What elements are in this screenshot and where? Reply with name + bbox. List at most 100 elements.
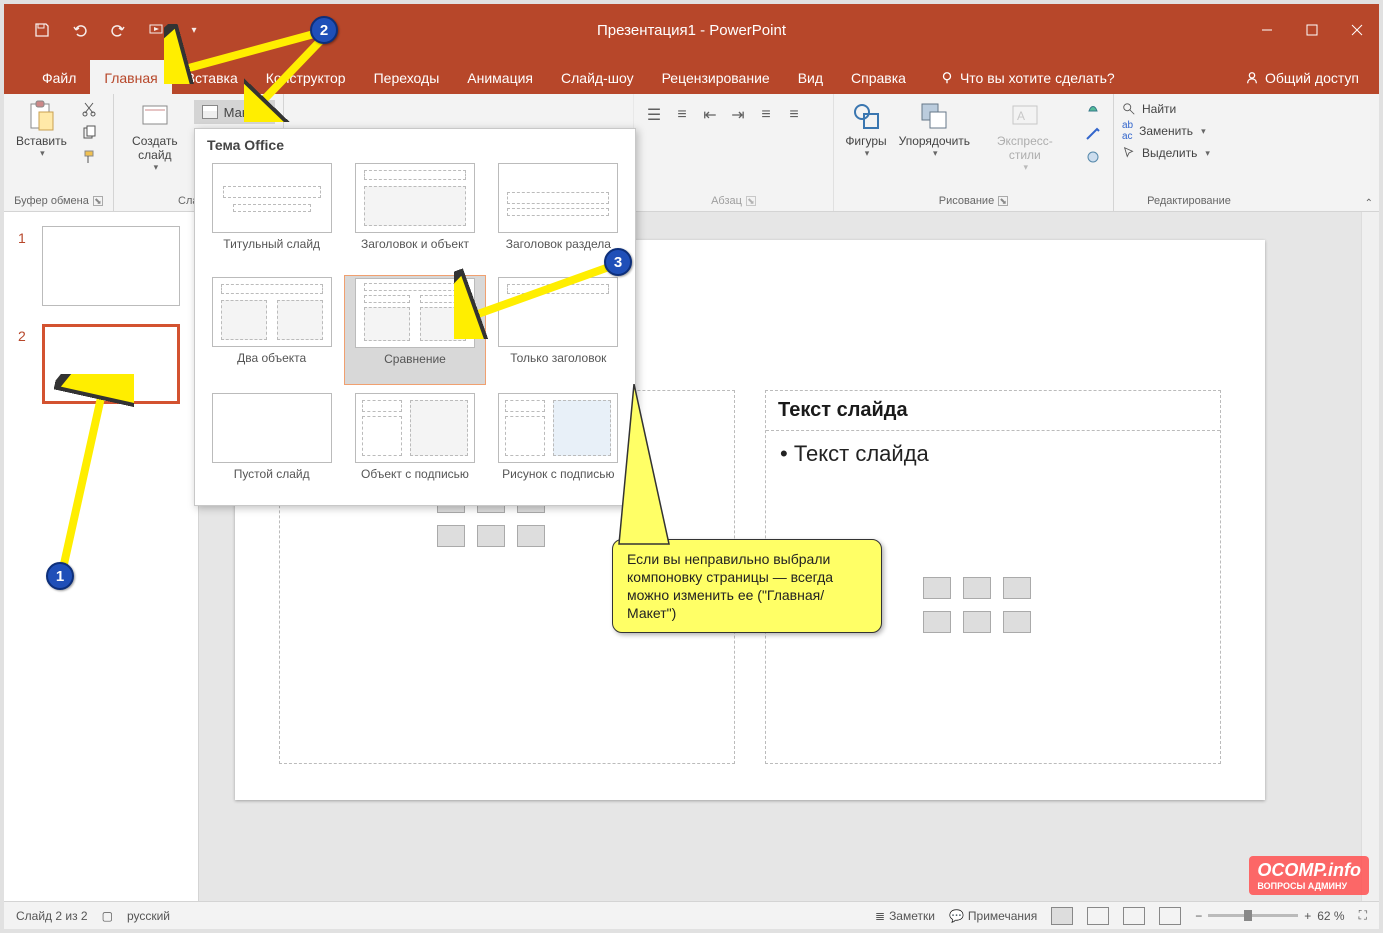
sorter-view-icon[interactable] <box>1087 907 1109 925</box>
layout-picture-caption[interactable]: Рисунок с подписью <box>488 391 629 499</box>
insert-table-icon[interactable] <box>923 577 951 599</box>
find-icon <box>1122 102 1136 116</box>
align-left-icon[interactable]: ≡ <box>754 104 778 126</box>
numbering-icon[interactable]: ≡ <box>670 104 694 126</box>
share-label: Общий доступ <box>1265 70 1359 86</box>
shapes-button[interactable]: Фигуры▾ <box>842 98 890 161</box>
insert-video-icon[interactable] <box>1003 611 1031 633</box>
statusbar: Слайд 2 из 2 ▢ русский ≣Заметки 💬Примеча… <box>4 901 1379 929</box>
clipboard-launcher[interactable]: ⬊ <box>93 196 103 206</box>
copy-icon[interactable] <box>77 122 101 144</box>
tab-file[interactable]: Файл <box>28 60 90 94</box>
layout-comparison[interactable]: Сравнение <box>344 275 485 385</box>
shape-fill-icon[interactable] <box>1081 98 1105 120</box>
quick-styles-button[interactable]: A Экспресс-стили▾ <box>979 98 1071 175</box>
slide-thumbnails: 1 2 <box>4 212 199 901</box>
share-button[interactable]: Общий доступ <box>1245 62 1359 94</box>
zoom-in-icon[interactable]: + <box>1304 909 1311 923</box>
watermark: OCOMP.info ВОПРОСЫ АДМИНУ <box>1249 856 1369 895</box>
layout-title-slide[interactable]: Титульный слайд <box>201 161 342 269</box>
drawing-launcher[interactable]: ⬊ <box>998 196 1008 206</box>
tab-home[interactable]: Главная <box>90 60 171 94</box>
indent-inc-icon[interactable]: ⇥ <box>726 104 750 126</box>
share-icon <box>1245 71 1259 85</box>
reading-view-icon[interactable] <box>1123 907 1145 925</box>
tell-me-search[interactable]: Что вы хотите сделать? <box>940 62 1115 94</box>
close-button[interactable] <box>1334 15 1379 45</box>
shape-effects-icon[interactable] <box>1081 146 1105 168</box>
layout-blank[interactable]: Пустой слайд <box>201 391 342 499</box>
layout-button[interactable]: Макет▾ <box>194 100 275 124</box>
group-clipboard: Вставить▾ Буфер обмена⬊ <box>4 94 114 211</box>
insert-smartart-icon[interactable] <box>1003 577 1031 599</box>
insert-picture-icon[interactable] <box>923 611 951 633</box>
maximize-button[interactable] <box>1289 15 1334 45</box>
zoom-out-icon[interactable]: − <box>1195 909 1202 923</box>
tab-animations[interactable]: Анимация <box>453 60 547 94</box>
notes-button[interactable]: ≣Заметки <box>875 909 935 923</box>
thumbnail-2[interactable]: 2 <box>18 324 198 404</box>
layout-title-content[interactable]: Заголовок и объект <box>344 161 485 269</box>
annotation-marker-2: 2 <box>310 16 338 44</box>
new-slide-icon <box>139 100 171 132</box>
layout-content-caption[interactable]: Объект с подписью <box>344 391 485 499</box>
layout-title-only[interactable]: Только заголовок <box>488 275 629 385</box>
tab-help[interactable]: Справка <box>837 60 920 94</box>
thumbnail-1[interactable]: 1 <box>18 226 198 306</box>
slideshow-view-icon[interactable] <box>1159 907 1181 925</box>
start-slideshow-icon[interactable] <box>146 20 166 40</box>
tab-view[interactable]: Вид <box>784 60 837 94</box>
insert-online-pic-icon[interactable] <box>477 525 505 547</box>
arrange-button[interactable]: Упорядочить▾ <box>896 98 973 161</box>
minimize-button[interactable] <box>1244 15 1289 45</box>
new-slide-button[interactable]: Создать слайд▾ <box>122 98 188 175</box>
svg-text:A: A <box>1017 109 1025 123</box>
zoom-value: 62 % <box>1317 909 1344 923</box>
paragraph-launcher[interactable]: ⬊ <box>746 196 756 206</box>
zoom-control[interactable]: − + 62 % <box>1195 909 1344 923</box>
window-title: Презентация1 - PowerPoint <box>597 22 786 39</box>
cut-icon[interactable] <box>77 98 101 120</box>
group-editing: Найти abacЗаменить▾ Выделить▾ Редактиров… <box>1114 94 1264 211</box>
normal-view-icon[interactable] <box>1051 907 1073 925</box>
fit-to-window-icon[interactable]: ⛶ <box>1359 908 1367 923</box>
replace-button[interactable]: abacЗаменить▾ <box>1122 120 1256 142</box>
align-center-icon[interactable]: ≡ <box>782 104 806 126</box>
paste-button[interactable]: Вставить▾ <box>12 98 71 161</box>
collapse-ribbon-icon[interactable]: ⌃ <box>1365 198 1373 209</box>
bullets-icon[interactable]: ☰ <box>642 104 666 126</box>
indent-dec-icon[interactable]: ⇤ <box>698 104 722 126</box>
quick-access-toolbar: ▾ <box>4 20 204 40</box>
vertical-scrollbar[interactable] <box>1361 212 1379 901</box>
layout-two-content[interactable]: Два объекта <box>201 275 342 385</box>
annotation-callout: Если вы неправильно выбрали компоновку с… <box>612 539 882 633</box>
tab-slideshow[interactable]: Слайд-шоу <box>547 60 648 94</box>
right-subtitle[interactable]: Текст слайда <box>766 391 1220 431</box>
spellcheck-icon[interactable]: ▢ <box>102 909 113 923</box>
annotation-marker-3: 3 <box>604 248 632 276</box>
insert-chart-icon[interactable] <box>963 577 991 599</box>
layout-gallery: Тема Office Титульный слайд Заголовок и … <box>194 128 636 506</box>
undo-icon[interactable] <box>70 20 90 40</box>
right-body[interactable]: • Текст слайда <box>766 431 1220 477</box>
tab-review[interactable]: Рецензирование <box>648 60 784 94</box>
save-icon[interactable] <box>32 20 52 40</box>
insert-video-icon[interactable] <box>517 525 545 547</box>
tab-insert[interactable]: Вставка <box>172 60 252 94</box>
redo-icon[interactable] <box>108 20 128 40</box>
comments-button[interactable]: 💬Примечания <box>949 909 1037 923</box>
language-indicator[interactable]: русский <box>127 909 170 923</box>
tab-design[interactable]: Конструктор <box>252 60 360 94</box>
window-controls <box>1244 15 1379 45</box>
shape-outline-icon[interactable] <box>1081 122 1105 144</box>
tab-transitions[interactable]: Переходы <box>360 60 454 94</box>
gallery-title: Тема Office <box>195 129 635 161</box>
zoom-slider[interactable] <box>1208 914 1298 917</box>
format-painter-icon[interactable] <box>77 146 101 168</box>
insert-online-pic-icon[interactable] <box>963 611 991 633</box>
insert-picture-icon[interactable] <box>437 525 465 547</box>
qat-more-icon[interactable]: ▾ <box>184 20 204 40</box>
annotation-marker-1: 1 <box>46 562 74 590</box>
select-button[interactable]: Выделить▾ <box>1122 146 1256 160</box>
find-button[interactable]: Найти <box>1122 102 1256 116</box>
